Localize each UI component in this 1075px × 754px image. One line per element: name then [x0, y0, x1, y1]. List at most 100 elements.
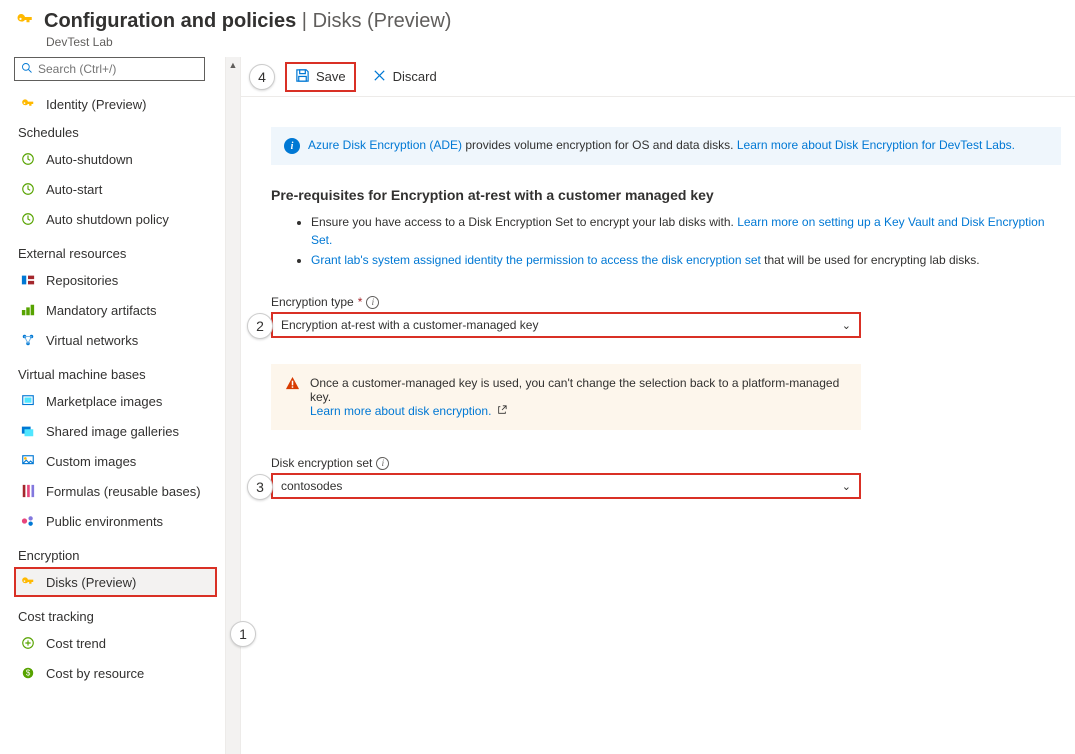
- sidebar-item-label: Virtual networks: [46, 333, 138, 348]
- environments-icon: [20, 513, 36, 529]
- discard-button[interactable]: Discard: [362, 62, 447, 92]
- page-header: Configuration and policies | Disks (Prev…: [0, 0, 1075, 57]
- scrollbar[interactable]: ▲: [225, 57, 241, 754]
- cost-resource-icon: $: [20, 665, 36, 681]
- main-content: 4 Save Discard i: [241, 57, 1075, 754]
- ade-link[interactable]: Azure Disk Encryption (ADE): [308, 138, 462, 152]
- sidebar-item-label: Formulas (reusable bases): [46, 484, 201, 499]
- discard-label: Discard: [393, 69, 437, 84]
- chevron-down-icon: ⌄: [842, 480, 851, 493]
- page-title: Configuration and policies | Disks (Prev…: [44, 10, 451, 33]
- info-tooltip-icon[interactable]: i: [366, 296, 379, 309]
- disk-encryption-set-dropdown[interactable]: contosodes ⌄: [271, 473, 861, 499]
- info-tooltip-icon[interactable]: i: [376, 457, 389, 470]
- sidebar-item-virtual-networks[interactable]: Virtual networks: [14, 325, 217, 355]
- nav-group-vmbases: Virtual machine bases: [14, 355, 217, 386]
- sidebar-item-custom-images[interactable]: Custom images: [14, 446, 217, 476]
- list-item: Ensure you have access to a Disk Encrypt…: [311, 213, 1061, 249]
- formulas-icon: [20, 483, 36, 499]
- sidebar-item-repositories[interactable]: Repositories: [14, 265, 217, 295]
- sidebar-item-auto-shutdown-policy[interactable]: Auto shutdown policy: [14, 204, 217, 234]
- artifacts-icon: [20, 302, 36, 318]
- save-button[interactable]: Save: [285, 62, 356, 92]
- sidebar-item-auto-shutdown[interactable]: Auto-shutdown: [14, 144, 217, 174]
- info-banner: i Azure Disk Encryption (ADE) provides v…: [271, 127, 1061, 165]
- sidebar-item-cost-by-resource[interactable]: $ Cost by resource: [14, 658, 217, 688]
- disk-encryption-set-field: 3 Disk encryption set i contosodes ⌄: [271, 456, 1065, 499]
- key-icon: [16, 11, 34, 32]
- clock-icon: [20, 181, 36, 197]
- save-icon: [295, 68, 310, 86]
- sidebar-item-label: Identity (Preview): [46, 97, 146, 112]
- sidebar-item-shared-image-galleries[interactable]: Shared image galleries: [14, 416, 217, 446]
- sidebar: Identity (Preview) Schedules Auto-shutdo…: [0, 57, 225, 754]
- save-label: Save: [316, 69, 346, 84]
- learn-more-disk-encryption-link[interactable]: Learn more about Disk Encryption for Dev…: [737, 138, 1015, 152]
- sidebar-item-label: Mandatory artifacts: [46, 303, 157, 318]
- sidebar-item-label: Custom images: [46, 454, 136, 469]
- callout-4: 4: [249, 64, 275, 90]
- prerequisites-list: Ensure you have access to a Disk Encrypt…: [271, 213, 1061, 269]
- encryption-type-dropdown[interactable]: Encryption at-rest with a customer-manag…: [271, 312, 861, 338]
- warning-icon: [285, 376, 300, 394]
- sidebar-item-label: Auto shutdown policy: [46, 212, 169, 227]
- sidebar-item-cost-trend[interactable]: Cost trend: [14, 628, 217, 658]
- key-icon: [20, 96, 36, 112]
- search-icon: [21, 62, 33, 77]
- callout-3: 3: [247, 474, 273, 500]
- sidebar-item-mandatory-artifacts[interactable]: Mandatory artifacts: [14, 295, 217, 325]
- grant-permission-link[interactable]: Grant lab's system assigned identity the…: [311, 253, 761, 267]
- network-icon: [20, 332, 36, 348]
- scroll-up-icon[interactable]: ▲: [226, 57, 240, 73]
- sidebar-item-identity[interactable]: Identity (Preview): [14, 89, 217, 119]
- sidebar-item-label: Auto-start: [46, 182, 102, 197]
- custom-image-icon: [20, 453, 36, 469]
- list-item: Grant lab's system assigned identity the…: [311, 251, 1061, 269]
- callout-1: 1: [230, 621, 256, 647]
- clock-icon: [20, 151, 36, 167]
- info-text: provides volume encryption for OS and da…: [462, 138, 737, 152]
- encryption-type-field: 2 Encryption type * i Encryption at-rest…: [271, 295, 1065, 338]
- nav-group-cost: Cost tracking: [14, 597, 217, 628]
- disk-encryption-set-label: Disk encryption set i: [271, 456, 1065, 470]
- nav-group-schedules: Schedules: [14, 119, 217, 144]
- dropdown-value: contosodes: [281, 479, 342, 493]
- cost-trend-icon: [20, 635, 36, 651]
- search-field[interactable]: [38, 62, 198, 76]
- sidebar-item-label: Shared image galleries: [46, 424, 179, 439]
- encryption-type-label: Encryption type * i: [271, 295, 1065, 309]
- sidebar-item-label: Cost by resource: [46, 666, 144, 681]
- search-input[interactable]: [14, 57, 205, 81]
- discard-icon: [372, 68, 387, 86]
- sidebar-item-marketplace-images[interactable]: Marketplace images: [14, 386, 217, 416]
- prerequisites-heading: Pre-requisites for Encryption at-rest wi…: [271, 187, 1065, 203]
- clock-icon: [20, 211, 36, 227]
- info-icon: i: [284, 138, 300, 154]
- repo-icon: [20, 272, 36, 288]
- gallery-icon: [20, 423, 36, 439]
- required-asterisk: *: [358, 295, 363, 309]
- sidebar-item-formulas[interactable]: Formulas (reusable bases): [14, 476, 217, 506]
- external-link-icon: [497, 407, 507, 418]
- warning-banner: Once a customer-managed key is used, you…: [271, 364, 861, 430]
- dropdown-value: Encryption at-rest with a customer-manag…: [281, 318, 538, 332]
- sidebar-item-disks[interactable]: Disks (Preview): [14, 567, 217, 597]
- sidebar-item-auto-start[interactable]: Auto-start: [14, 174, 217, 204]
- sidebar-item-label: Public environments: [46, 514, 163, 529]
- svg-text:$: $: [26, 669, 31, 678]
- sidebar-item-label: Cost trend: [46, 636, 106, 651]
- toolbar: 4 Save Discard: [241, 57, 1075, 97]
- chevron-down-icon: ⌄: [842, 319, 851, 332]
- marketplace-icon: [20, 393, 36, 409]
- sidebar-item-label: Repositories: [46, 273, 118, 288]
- callout-2: 2: [247, 313, 273, 339]
- sidebar-item-public-environments[interactable]: Public environments: [14, 506, 217, 536]
- nav-group-encryption: Encryption: [14, 536, 217, 567]
- sidebar-item-label: Marketplace images: [46, 394, 162, 409]
- learn-more-warning-link[interactable]: Learn more about disk encryption.: [310, 404, 491, 418]
- nav-group-external: External resources: [14, 234, 217, 265]
- key-icon: [20, 574, 36, 590]
- sidebar-item-label: Auto-shutdown: [46, 152, 133, 167]
- breadcrumb: DevTest Lab: [16, 35, 1059, 49]
- warning-text: Once a customer-managed key is used, you…: [310, 376, 839, 404]
